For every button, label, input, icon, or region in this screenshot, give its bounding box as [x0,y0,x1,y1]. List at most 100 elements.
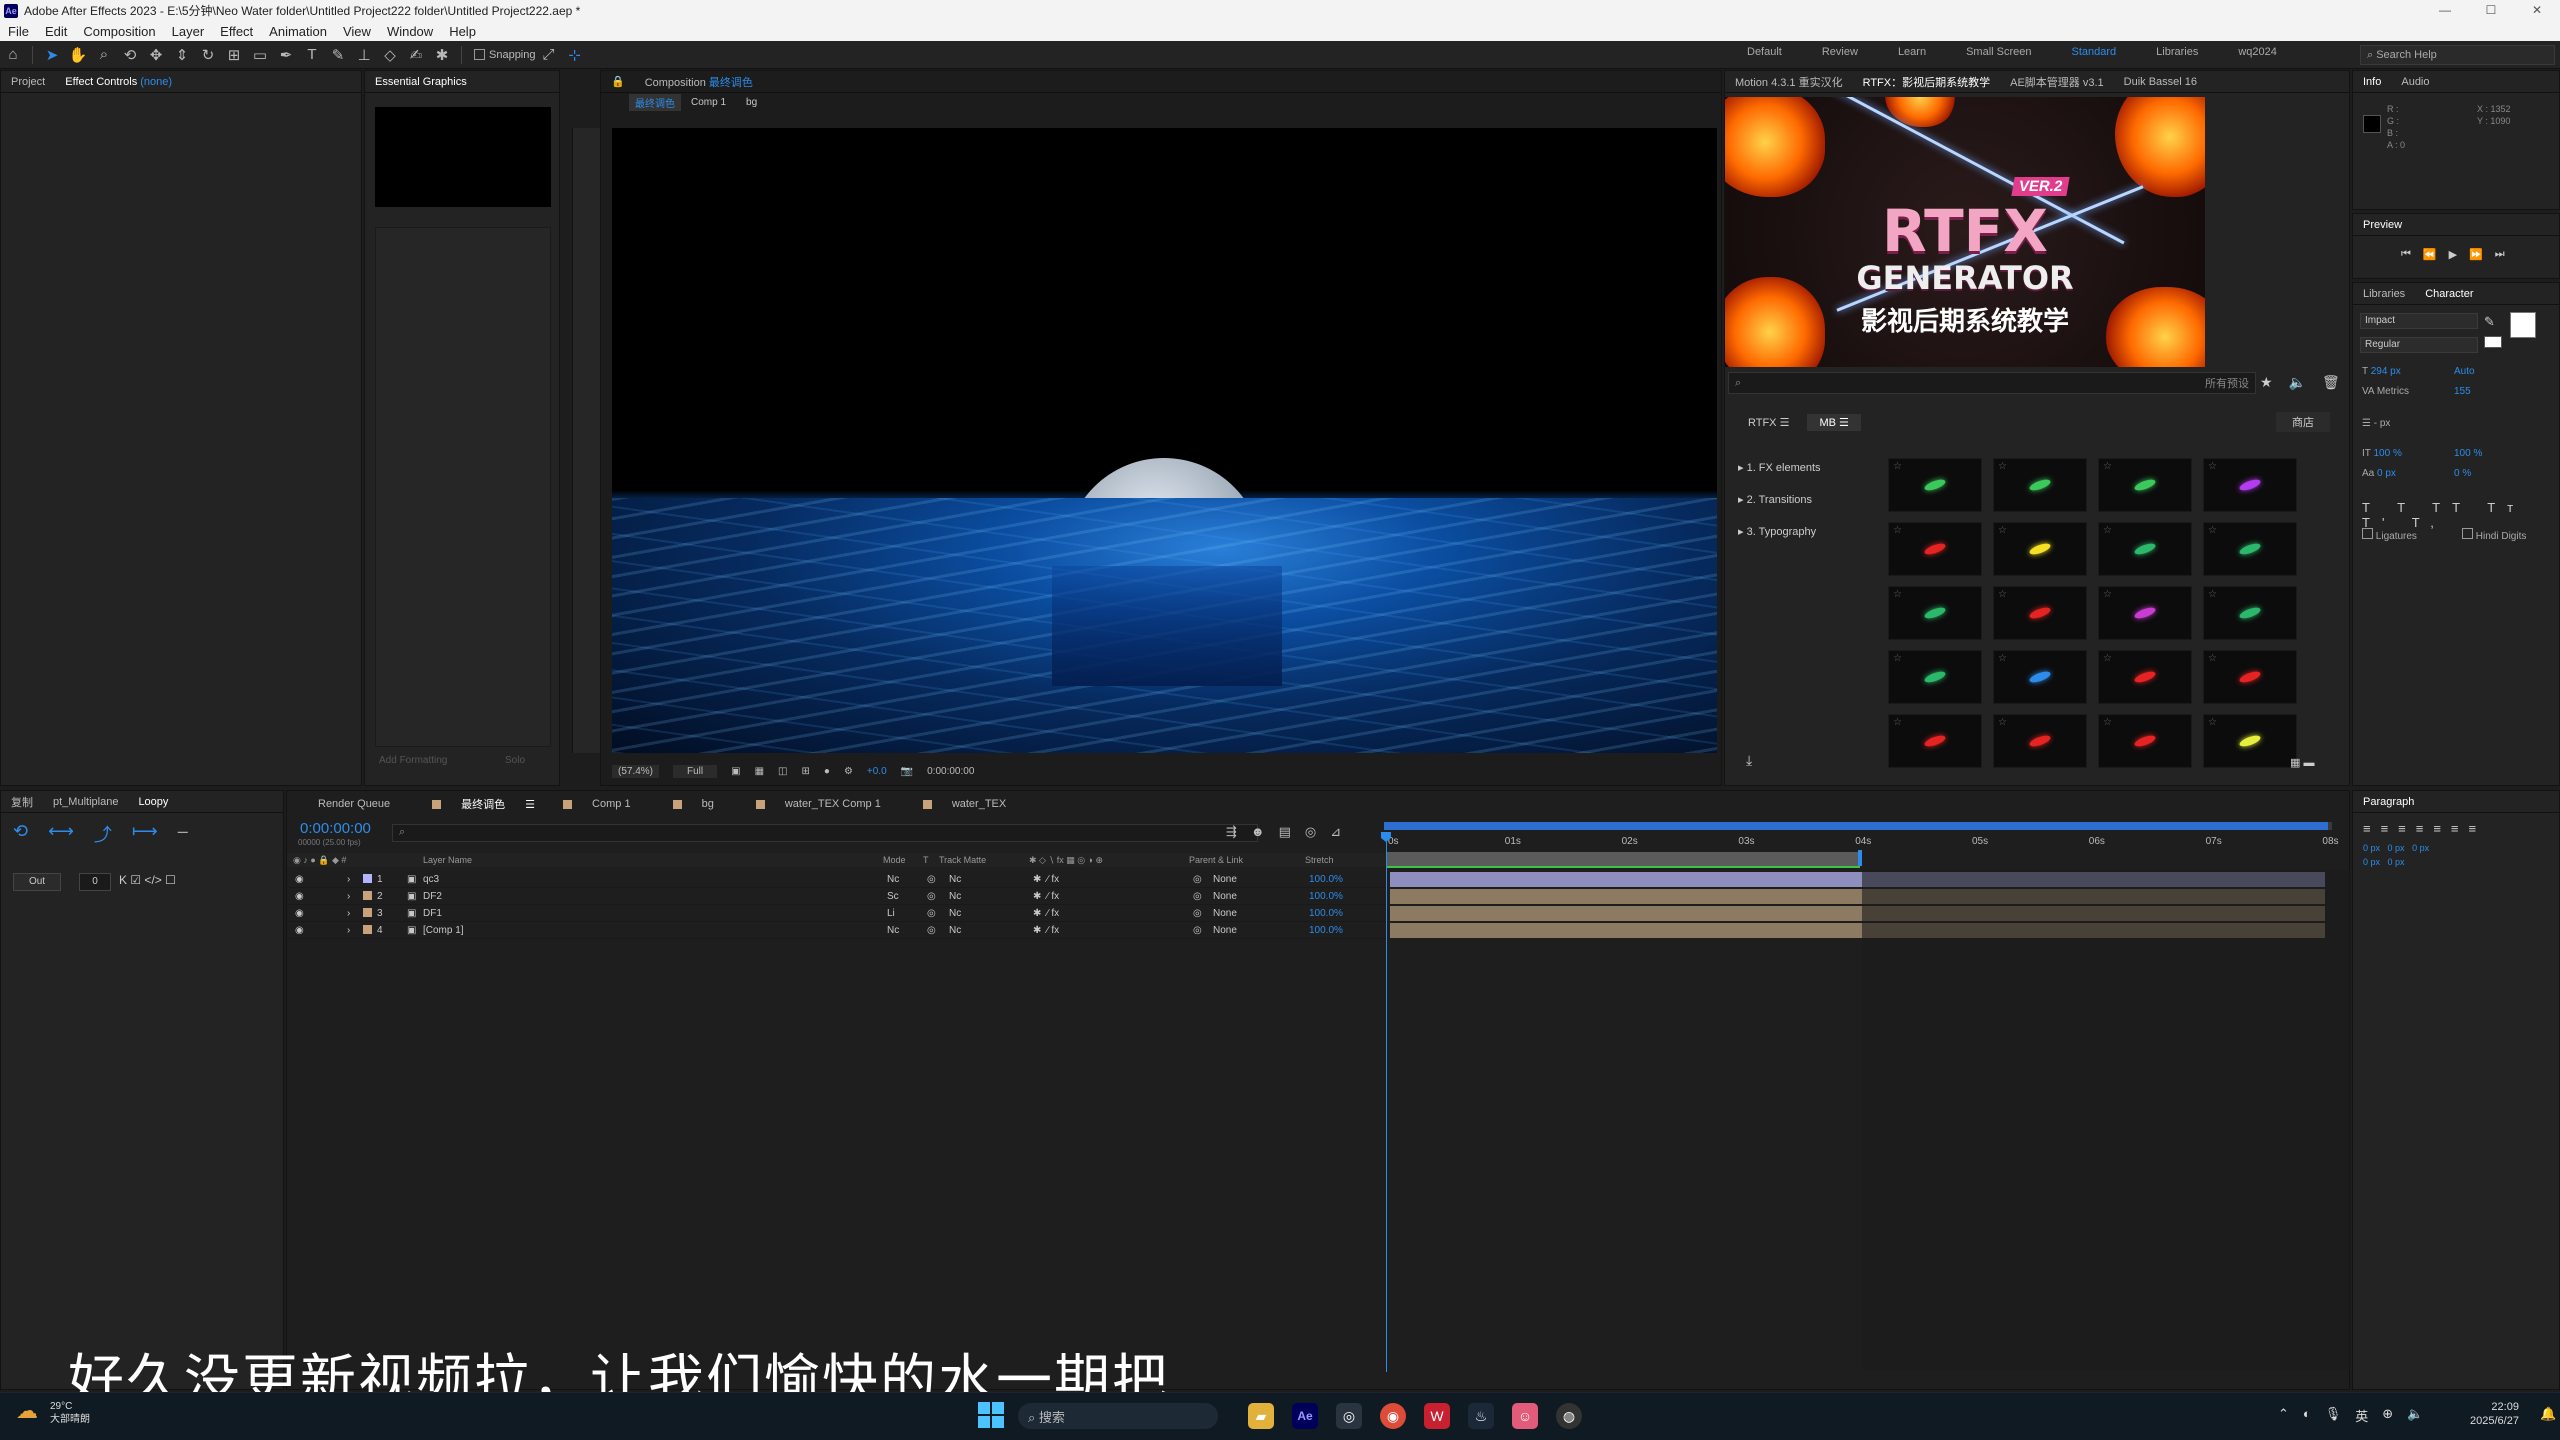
layer-parent-dropdown[interactable]: None [1213,925,1309,936]
layer-parent-dropdown[interactable]: None [1213,891,1309,902]
work-area-range[interactable] [1384,822,2328,830]
weather-widget[interactable]: 29°C 大部晴朗 [50,1400,90,1426]
menu-help[interactable]: Help [441,24,484,39]
layer-name[interactable]: qc3 [423,874,887,885]
chrome-icon[interactable]: ◉ [1380,1403,1406,1429]
snap-options-icon[interactable]: ⤢ [536,44,562,66]
favorite-star-icon[interactable]: ★ [2260,374,2273,391]
tab-info[interactable]: Info [2353,76,2391,88]
workspace-learn[interactable]: Learn [1878,46,1946,58]
comp-current-time[interactable]: 0:00:00:00 [927,766,974,777]
rectangle-tool-icon[interactable]: ▭ [247,44,273,66]
workspace-small-screen[interactable]: Small Screen [1946,46,2051,58]
layer-stretch[interactable]: 100.0% [1309,908,1343,919]
loop-none-icon[interactable]: – [178,821,188,847]
indent-right-value[interactable]: 0 px [2388,843,2405,853]
hand-tool-icon[interactable]: ✋ [65,44,91,66]
fill-color-swatch[interactable] [2510,312,2536,338]
sound-icon[interactable]: 🔈 [2289,374,2306,391]
space-after-value[interactable]: 0 px [2388,857,2405,867]
favorite-star-icon[interactable]: ☆ [1893,717,1902,728]
tab-render-queue[interactable]: Render Queue [290,798,418,810]
loop-offset-icon[interactable]: ⤴ [94,821,112,847]
effect-preset-thumbnail[interactable]: ☆ [1888,714,1982,768]
parent-pickwhip-icon[interactable]: ◎ [1193,908,1213,919]
weather-icon[interactable]: ☁ [16,1398,38,1424]
workspace-review[interactable]: Review [1802,46,1878,58]
effect-preset-thumbnail[interactable]: ☆ [1888,458,1982,512]
layer-track-matte[interactable]: Nc [949,874,1033,885]
tab-composition[interactable]: Composition 最终调色 [635,74,763,90]
layer-track-matte[interactable]: Nc [949,891,1033,902]
space-before-value[interactable]: 0 px [2363,857,2380,867]
tab-project[interactable]: Project [1,76,55,88]
effect-preset-thumbnail[interactable]: ☆ [1888,650,1982,704]
layer-name[interactable]: DF2 [423,891,887,902]
category-typography[interactable]: ▸ 3. Typography [1738,516,1821,548]
effect-preset-thumbnail[interactable]: ☆ [2098,522,2192,576]
paragraph-align-buttons[interactable]: ≡≡≡≡≡≡≡ [2363,821,2486,836]
type-tool-icon[interactable]: T [299,44,325,66]
rotation-tool-icon[interactable]: ↻ [195,44,221,66]
favorite-star-icon[interactable]: ☆ [2103,461,2112,472]
layer-parent-dropdown[interactable]: None [1213,908,1309,919]
loop-pingpong-icon[interactable]: ⟷ [48,821,74,847]
playhead-line[interactable] [1386,832,1387,1372]
tab-copy[interactable]: 复制 [1,794,43,810]
menu-file[interactable]: File [0,24,37,39]
volume-icon[interactable]: 🔈 [2407,1406,2423,1425]
layer-visibility-icon[interactable]: ◉ [287,925,347,936]
store-button[interactable]: 商店 [2276,412,2330,432]
layer-stretch[interactable]: 100.0% [1309,874,1343,885]
layer-row[interactable]: ◉ › 2 ▣ DF2 Sc ◎ Nc ✱ ∕ fx ◎ None 100.0% [287,889,1387,905]
tray-app-icon[interactable]: ◐ [2303,1406,2311,1425]
ligatures-checkbox[interactable] [2362,528,2373,539]
loop-continue-icon[interactable]: ⟼ [132,821,158,847]
tab-rtfx[interactable]: RTFX：影视后期系统教学 [1853,74,2001,90]
ime-indicator[interactable]: 英 [2355,1406,2368,1425]
composition-viewer[interactable] [612,128,1717,753]
download-icon[interactable]: ⤓ [1746,752,1752,769]
clock[interactable]: 22:09 2025/6/27 [2470,1400,2519,1428]
exposure-icon[interactable]: ⚙ [844,766,853,777]
work-area-end-handle[interactable] [1858,850,1862,866]
breadcrumb-comp1[interactable]: Comp 1 [681,97,736,108]
last-frame-icon[interactable]: ⏭ [2495,248,2505,261]
loop-count-input[interactable]: 0 [79,873,111,891]
baseline-value[interactable]: 0 px [2377,468,2396,479]
breadcrumb-final[interactable]: 最终调色 [629,93,681,111]
tab-effect-controls[interactable]: Effect Controls (none) [55,76,182,88]
layer-switches[interactable]: ✱ ∕ fx [1033,925,1193,936]
network-icon[interactable]: ⊕ [2382,1406,2393,1425]
favorite-star-icon[interactable]: ☆ [1893,589,1902,600]
effect-preset-thumbnail[interactable]: ☆ [1993,650,2087,704]
mask-visibility-icon[interactable]: ◫ [778,766,787,777]
hindi-digits-option[interactable]: Hindi Digits [2462,528,2526,542]
next-frame-icon[interactable]: ⏩ [2469,248,2483,261]
menu-window[interactable]: Window [379,24,441,39]
tab-duik[interactable]: Duik Bassel 16 [2114,76,2207,88]
font-family-dropdown[interactable]: Impact [2360,313,2478,329]
layer-switches[interactable]: ✱ ∕ fx [1033,874,1193,885]
effect-preset-thumbnail[interactable]: ☆ [2203,522,2297,576]
add-formatting-label[interactable]: Add Formatting [379,755,447,766]
color-channel-icon[interactable]: ● [824,766,830,777]
effect-preset-thumbnail[interactable]: ☆ [2203,458,2297,512]
guides-icon[interactable]: ⊞ [802,766,810,777]
pen-tool-icon[interactable]: ✒ [273,44,299,66]
file-explorer-icon[interactable]: ▰ [1248,1403,1274,1429]
effect-preset-thumbnail[interactable]: ☆ [2203,586,2297,640]
effect-preset-thumbnail[interactable]: ☆ [2098,458,2192,512]
timeline-timecode[interactable]: 0:00:00:00 [300,820,371,837]
tab-bg[interactable]: bg [659,798,742,810]
clone-stamp-icon[interactable]: ⊥ [351,44,377,66]
layer-visibility-icon[interactable]: ◉ [287,891,347,902]
start-button[interactable] [978,1402,1004,1428]
loop-out-dropdown[interactable]: Out [13,873,61,891]
font-style-dropdown[interactable]: Regular [2360,337,2478,353]
parent-pickwhip-icon[interactable]: ◎ [1193,925,1213,936]
category-fx-elements[interactable]: ▸ 1. FX elements [1738,452,1821,484]
puppet-tool-icon[interactable]: ✱ [429,44,455,66]
parent-pickwhip-icon[interactable]: ◎ [1193,891,1213,902]
solo-label[interactable]: Solo [505,755,525,766]
